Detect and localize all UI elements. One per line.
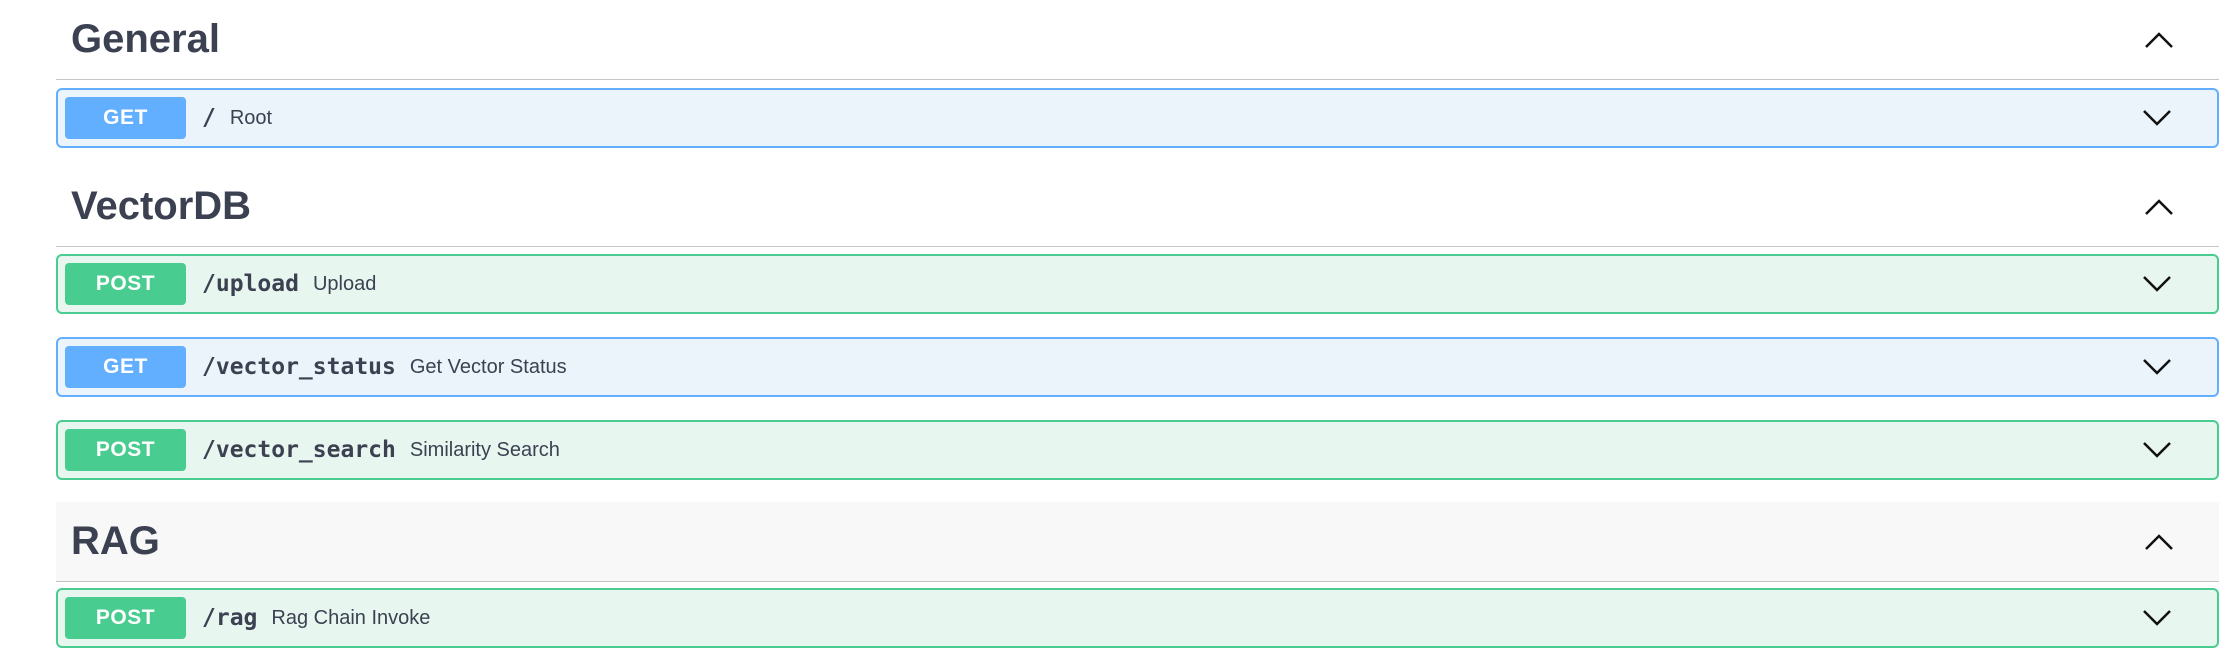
method-badge: POST [65,429,186,471]
chevron-down-icon[interactable] [2137,264,2177,304]
method-badge: GET [65,97,186,139]
chevron-down-icon[interactable] [2137,347,2177,387]
method-badge: POST [65,263,186,305]
tag-section-vectordb: VectorDB [56,167,2219,247]
chevron-up-icon[interactable] [2139,20,2179,60]
operation-path: / [202,105,216,131]
method-badge: POST [65,597,186,639]
operation-get-root[interactable]: GET / Root [56,88,2219,148]
operation-path: /upload [202,271,299,297]
operation-summary: Root [229,106,273,129]
tag-header-rag[interactable]: RAG [56,502,2219,582]
operation-summary: Get Vector Status [409,355,567,378]
chevron-down-icon[interactable] [2137,598,2177,638]
operation-get-vector-status[interactable]: GET /vector_status Get Vector Status [56,337,2219,397]
operation-path: /vector_search [202,437,396,463]
operation-post-rag[interactable]: POST /rag Rag Chain Invoke [56,588,2219,648]
chevron-up-icon[interactable] [2139,522,2179,562]
tag-section-general: General [56,0,2219,80]
operation-path: /vector_status [202,354,396,380]
chevron-down-icon[interactable] [2137,430,2177,470]
operation-post-upload[interactable]: POST /upload Upload [56,254,2219,314]
tag-header-general[interactable]: General [56,0,2219,80]
operation-summary: Rag Chain Invoke [271,606,431,629]
tag-title: RAG [71,519,160,563]
tag-title: General [71,17,220,61]
swagger-operations-list: General GET / Root VectorDB POST /upload… [0,0,2222,671]
method-badge: GET [65,346,186,388]
chevron-up-icon[interactable] [2139,187,2179,227]
operation-post-vector-search[interactable]: POST /vector_search Similarity Search [56,420,2219,480]
operation-summary: Similarity Search [409,438,560,461]
tag-title: VectorDB [71,184,252,228]
tag-header-vectordb[interactable]: VectorDB [56,167,2219,247]
operation-path: /rag [202,605,258,631]
tag-section-rag: RAG [56,502,2219,582]
chevron-down-icon[interactable] [2137,98,2177,138]
operation-summary: Upload [312,272,377,295]
